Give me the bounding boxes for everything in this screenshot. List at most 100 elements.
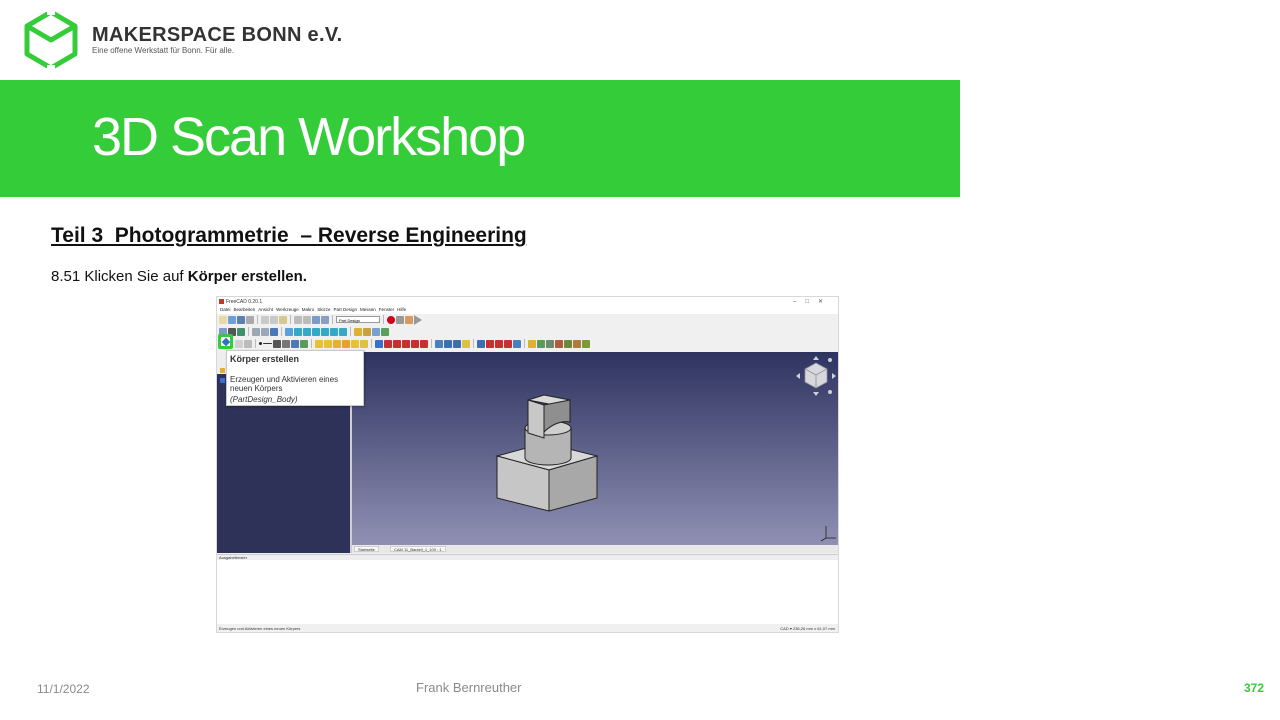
paste-icon[interactable]: [279, 315, 287, 324]
zoom-icon[interactable]: [270, 327, 278, 336]
view-right-icon[interactable]: [312, 327, 320, 336]
view-left-icon[interactable]: [339, 327, 347, 336]
macro-stop-icon[interactable]: [396, 315, 404, 324]
thickness-icon[interactable]: [504, 339, 512, 348]
title-banner: 3D Scan Workshop: [0, 80, 960, 197]
tab-cam-document[interactable]: CAM 11_Bauteil_1_100 : 1: [390, 546, 446, 552]
sketch-icon[interactable]: [235, 339, 243, 348]
additive-primitive-icon[interactable]: [360, 339, 368, 348]
revolution-icon[interactable]: [324, 339, 332, 348]
measure-linear-icon[interactable]: [528, 339, 536, 348]
refresh-icon[interactable]: [312, 315, 320, 324]
menu-makro[interactable]: Makro: [302, 307, 315, 312]
copy-icon[interactable]: [270, 315, 278, 324]
view-top-icon[interactable]: [303, 327, 311, 336]
menu-part-design[interactable]: Part Design: [334, 307, 358, 312]
point-icon[interactable]: [259, 342, 262, 345]
open-file-icon[interactable]: [228, 315, 236, 324]
pipe-icon[interactable]: [342, 339, 350, 348]
view-isometric-icon[interactable]: [285, 327, 293, 336]
loft-icon[interactable]: [333, 339, 341, 348]
bounding-box-icon[interactable]: [237, 327, 245, 336]
fillet-icon[interactable]: [477, 339, 485, 348]
cut-icon[interactable]: [261, 315, 269, 324]
menu-fenster[interactable]: Fenster: [379, 307, 394, 312]
coordinate-system-icon[interactable]: [282, 339, 290, 348]
line-icon[interactable]: [263, 343, 272, 344]
window-titlebar: FreeCAD 0.20.1 –□✕: [217, 297, 838, 307]
groove-icon[interactable]: [393, 339, 401, 348]
measure-3d-icon[interactable]: [573, 339, 581, 348]
workbench-selector[interactable]: Part Design: [336, 316, 380, 323]
whats-this-icon[interactable]: [321, 315, 329, 324]
group-icon[interactable]: [372, 327, 380, 336]
linear-pattern-icon[interactable]: [444, 339, 452, 348]
mirrored-icon[interactable]: [435, 339, 443, 348]
subtractive-pipe-icon[interactable]: [411, 339, 419, 348]
chamfer-icon[interactable]: [486, 339, 494, 348]
clone-icon[interactable]: [300, 339, 308, 348]
model-tree-icon[interactable]: [220, 368, 225, 373]
tooltip-description: Erzeugen und Aktivieren eines neuen Körp…: [230, 375, 339, 393]
part-icon[interactable]: [363, 327, 371, 336]
menu-ansicht[interactable]: Ansicht: [258, 307, 273, 312]
subtractive-loft-icon[interactable]: [402, 339, 410, 348]
measure-delta-icon[interactable]: [582, 339, 590, 348]
save-icon[interactable]: [237, 315, 245, 324]
toolbar-row-2: [219, 326, 389, 337]
print-icon[interactable]: [246, 315, 254, 324]
draft-icon[interactable]: [495, 339, 503, 348]
polar-pattern-icon[interactable]: [453, 339, 461, 348]
measure-toggle-icon[interactable]: [564, 339, 572, 348]
boolean-icon[interactable]: [513, 339, 521, 348]
subtractive-primitive-icon[interactable]: [420, 339, 428, 348]
tasks-tree-icon[interactable]: [220, 378, 225, 383]
3d-viewport[interactable]: [352, 352, 838, 545]
multitransform-icon[interactable]: [462, 339, 470, 348]
macro-edit-icon[interactable]: [405, 315, 413, 324]
create-body-button[interactable]: [218, 334, 233, 349]
hole-icon[interactable]: [384, 339, 392, 348]
menubar: Datei Bearbeiten Ansicht Werkzeuge Makro Skiz…: [217, 307, 838, 314]
freecad-screenshot: FreeCAD 0.20.1 –□✕ Datei Bearbeiten Ansich…: [216, 296, 839, 633]
tooltip-command: (PartDesign_Body): [230, 395, 298, 404]
macro-run-icon[interactable]: [414, 314, 422, 325]
tooltip-create-body: Körper erstellen Erzeugen und Aktivieren…: [226, 350, 364, 406]
window-controls[interactable]: –□✕: [793, 298, 832, 305]
menu-werkzeuge[interactable]: Werkzeuge: [276, 307, 299, 312]
helix-icon[interactable]: [351, 339, 359, 348]
pocket-icon[interactable]: [375, 339, 383, 348]
link-icon[interactable]: [381, 327, 389, 336]
measure-clear-icon[interactable]: [555, 339, 563, 348]
back-icon[interactable]: [252, 327, 260, 336]
menu-hilfe[interactable]: Hilfe: [397, 307, 406, 312]
statusbar: Erzeugen und Aktivieren eines neuen Körp…: [217, 624, 838, 632]
menu-messen[interactable]: Messen: [360, 307, 376, 312]
view-front-icon[interactable]: [294, 327, 302, 336]
page-number: 372: [1244, 681, 1265, 695]
tooltip-title: Körper erstellen: [230, 354, 300, 364]
plane-icon[interactable]: [273, 339, 281, 348]
navigation-cube-icon[interactable]: [795, 355, 837, 397]
output-panel[interactable]: [217, 560, 838, 624]
menu-skizze[interactable]: Skizze: [317, 307, 330, 312]
step-prefix: 8.51 Klicken Sie auf: [51, 268, 188, 285]
status-dimensions[interactable]: CAD ▾ 236,26 mm x 61,07 mm: [780, 626, 835, 631]
menu-datei[interactable]: Datei: [220, 307, 231, 312]
new-file-icon[interactable]: [219, 315, 227, 324]
tab-startseite[interactable]: Startseite: [354, 546, 379, 552]
3d-model-part[interactable]: [492, 388, 602, 518]
measure-icon[interactable]: [354, 327, 362, 336]
pad-icon[interactable]: [315, 339, 323, 348]
view-bottom-icon[interactable]: [330, 327, 338, 336]
measure-angular-icon[interactable]: [537, 339, 545, 348]
undo-icon[interactable]: [294, 315, 302, 324]
menu-bearbeiten[interactable]: Bearbeiten: [234, 307, 256, 312]
redo-icon[interactable]: [303, 315, 311, 324]
view-rear-icon[interactable]: [321, 327, 329, 336]
validate-sketch-icon[interactable]: [244, 339, 252, 348]
forward-icon[interactable]: [261, 327, 269, 336]
measure-refresh-icon[interactable]: [546, 339, 554, 348]
macro-record-icon[interactable]: [387, 315, 395, 324]
shape-binder-icon[interactable]: [291, 339, 299, 348]
